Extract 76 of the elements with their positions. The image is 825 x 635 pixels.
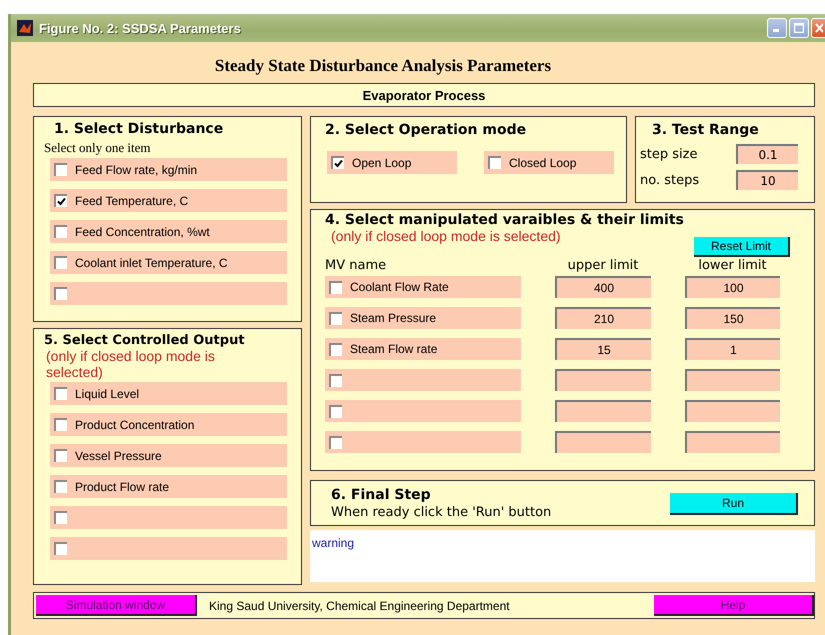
warning-text: warning [312,536,354,550]
simulation-window-button[interactable]: Simulation window [36,595,197,616]
checkbox[interactable] [54,163,67,176]
input-field[interactable] [555,400,651,422]
input-field[interactable]: 100 [685,276,780,298]
option-label: Feed Concentration, %wt [75,224,210,238]
panel-title: 4. Select manipulated varaibles & their limits [325,212,685,228]
option-label: Product Concentration [75,418,194,432]
checkbox[interactable] [329,312,342,324]
instruction-text: When ready click the 'Run' button [331,505,552,520]
option-label: Steam Flow rate [350,342,438,356]
panel-title: 1. Select Disturbance [54,121,224,137]
input-field[interactable] [555,369,651,391]
panel-title: 5. Select Controlled Output [44,333,246,348]
heading: Steady State Disturbance Analysis Parameters [214,55,552,77]
option-label: Vessel Pressure [75,448,162,462]
checkbox[interactable] [54,449,67,462]
input-field[interactable]: 1 [685,338,780,360]
checkbox[interactable] [329,280,342,294]
close-icon [814,23,822,33]
column-header: upper limit [566,258,640,273]
app-icon [17,20,33,36]
run-button[interactable]: Run [670,493,798,515]
minimize-button[interactable] [767,18,787,38]
input-field[interactable] [685,400,780,422]
option-label: Closed Loop [509,156,576,170]
input-field[interactable]: 0.1 [736,144,798,164]
input-field[interactable]: 10 [736,170,798,190]
panel-title: 3. Test Range [652,122,760,138]
process-banner: Evaporator Process [33,83,815,107]
checkbox[interactable] [329,374,342,386]
option-label: Feed Temperature, C [75,194,188,208]
checkbox[interactable] [54,542,67,555]
option-label: Product Flow rate [75,480,170,494]
maximize-button[interactable] [789,18,809,38]
checkbox[interactable] [329,404,342,418]
input-field[interactable]: 210 [555,307,651,329]
checkbox[interactable] [329,342,342,356]
checkbox[interactable] [54,480,67,493]
credit-text: King Saud University, Chemical Engineering Department [209,598,510,612]
checkbox[interactable] [54,418,67,431]
checkbox[interactable] [54,511,67,524]
field-label: step size [640,146,698,162]
reset-limit-button[interactable]: Reset Limit [694,237,790,257]
checkbox[interactable] [331,156,344,169]
close-button[interactable] [811,18,825,38]
checkbox[interactable] [54,225,67,238]
column-header: MV name [325,258,388,273]
checkbox[interactable] [54,194,67,207]
column-header: lower limit [697,258,768,273]
panel-title: 6. Final Step [331,487,432,503]
input-field[interactable]: 150 [685,307,780,329]
input-field[interactable] [685,431,780,453]
option-label: Steam Pressure [350,311,436,325]
note-text: (only if closed loop mode is selected) [331,228,561,244]
option-label: Open Loop [352,156,412,170]
checkbox[interactable] [54,287,67,300]
checkbox[interactable] [488,156,501,169]
panel-title: 2. Select Operation mode [325,122,528,138]
option-label: Feed Flow rate, kg/min [75,162,198,176]
checkbox[interactable] [329,436,342,448]
hint-text: Select only one item [44,140,151,156]
input-field[interactable]: 15 [555,338,651,360]
checkbox[interactable] [54,387,67,400]
input-field[interactable]: 400 [555,276,651,298]
option-label: Coolant Flow Rate [350,280,449,294]
field-label: no. steps [640,172,700,188]
maximize-icon [794,23,804,33]
option-label: Liquid Level [75,386,140,400]
window-title: Figure No. 2: SSDSA Parameters [39,20,242,36]
note-text: (only if closed loop mode is selected) [46,348,216,380]
option-label: Coolant inlet Temperature, C [75,256,228,270]
checkbox[interactable] [54,256,67,269]
help-button[interactable]: Help [654,595,814,616]
input-field[interactable] [555,431,651,453]
input-field[interactable] [685,369,780,391]
